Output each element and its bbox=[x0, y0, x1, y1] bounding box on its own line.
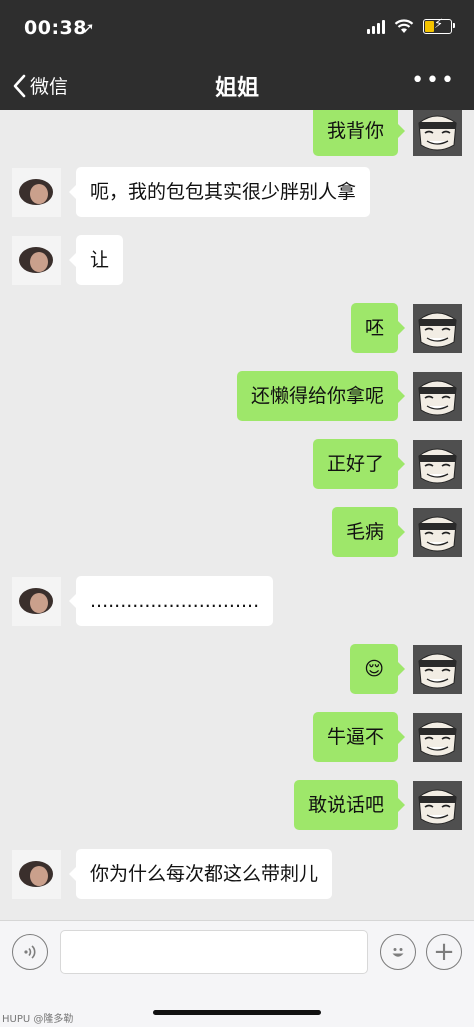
more-options-button[interactable]: ••• bbox=[411, 68, 456, 93]
message-row: 呸 bbox=[0, 297, 474, 357]
photo-avatar-icon bbox=[12, 168, 61, 217]
voice-icon bbox=[24, 945, 36, 959]
message-row: 我背你 bbox=[0, 110, 474, 160]
cartoon-avatar-icon bbox=[413, 508, 462, 557]
battery-level bbox=[425, 20, 434, 32]
message-row: 😌 bbox=[0, 638, 474, 698]
my-avatar[interactable] bbox=[413, 508, 462, 557]
sent-message-bubble[interactable]: 还懒得给你拿呢 bbox=[236, 371, 406, 421]
emoji-button[interactable] bbox=[380, 934, 416, 970]
battery-charging-icon: ⚡ bbox=[423, 16, 455, 34]
cartoon-avatar-icon bbox=[413, 713, 462, 762]
message-row: 让 bbox=[0, 229, 474, 289]
my-avatar[interactable] bbox=[413, 645, 462, 694]
plus-icon: + bbox=[433, 937, 455, 967]
message-row: 敢说话吧 bbox=[0, 774, 474, 834]
status-bar: 00:38 ➚ ⚡ bbox=[0, 0, 474, 60]
message-row: ............................ bbox=[0, 570, 474, 630]
cartoon-avatar-icon bbox=[413, 440, 462, 489]
wifi-icon bbox=[394, 18, 414, 33]
contact-avatar[interactable] bbox=[12, 236, 61, 285]
my-avatar[interactable] bbox=[413, 440, 462, 489]
sent-message-bubble[interactable]: 敢说话吧 bbox=[293, 780, 406, 830]
received-message-bubble[interactable]: 你为什么每次都这么带刺儿 bbox=[68, 849, 333, 899]
message-row: 你为什么每次都这么带刺儿 bbox=[0, 843, 474, 903]
sent-message-bubble[interactable]: 正好了 bbox=[312, 439, 406, 489]
signal-bars-icon bbox=[367, 18, 385, 34]
my-avatar[interactable] bbox=[413, 304, 462, 353]
received-message-bubble[interactable]: 呃，我的包包其实很少胖别人拿 bbox=[68, 167, 371, 217]
message-row: 呃，我的包包其实很少胖别人拿 bbox=[0, 161, 474, 221]
my-avatar[interactable] bbox=[413, 372, 462, 421]
received-message-bubble[interactable]: ............................ bbox=[68, 576, 274, 626]
sent-message-bubble[interactable]: 毛病 bbox=[331, 507, 406, 557]
chat-title: 姐姐 bbox=[214, 76, 259, 101]
message-row: 还懒得给你拿呢 bbox=[0, 365, 474, 425]
home-indicator bbox=[153, 1010, 321, 1015]
cartoon-avatar-icon bbox=[413, 304, 462, 353]
sent-message-bubble[interactable]: 😌 bbox=[350, 644, 405, 694]
cartoon-avatar-icon bbox=[413, 645, 462, 694]
voice-button[interactable] bbox=[12, 934, 48, 970]
charging-bolt-icon: ⚡ bbox=[434, 16, 444, 32]
cartoon-avatar-icon bbox=[413, 781, 462, 830]
contact-avatar[interactable] bbox=[12, 850, 61, 899]
message-input[interactable] bbox=[60, 930, 368, 974]
cartoon-avatar-icon bbox=[413, 372, 462, 421]
status-time: 00:38 bbox=[24, 17, 87, 39]
nav-bar: 微信 姐姐 ••• bbox=[0, 60, 474, 110]
photo-avatar-icon bbox=[12, 236, 61, 285]
photo-avatar-icon bbox=[12, 577, 61, 626]
status-icons: ⚡ bbox=[367, 16, 455, 34]
cartoon-avatar-icon bbox=[413, 110, 462, 156]
add-attachment-button[interactable]: + bbox=[426, 934, 462, 970]
my-avatar[interactable] bbox=[413, 110, 462, 156]
contact-avatar[interactable] bbox=[12, 577, 61, 626]
contact-avatar[interactable] bbox=[12, 168, 61, 217]
photo-avatar-icon bbox=[12, 850, 61, 899]
emoji-icon bbox=[392, 948, 404, 957]
watermark: HUPU @隆多勒 bbox=[2, 1014, 74, 1025]
chat-history[interactable]: 我背你 呃，我的包包其实很少胖别人拿 让 呸 还懒得给你拿呢 正好了 毛病 ..… bbox=[0, 110, 474, 920]
location-arrow-icon: ➚ bbox=[82, 19, 95, 37]
my-avatar[interactable] bbox=[413, 781, 462, 830]
sent-message-bubble[interactable]: 牛逼不 bbox=[312, 712, 406, 762]
message-row: 毛病 bbox=[0, 501, 474, 561]
sent-message-bubble[interactable]: 呸 bbox=[350, 303, 406, 353]
received-message-bubble[interactable]: 让 bbox=[68, 235, 124, 285]
message-row: 正好了 bbox=[0, 433, 474, 493]
my-avatar[interactable] bbox=[413, 713, 462, 762]
message-row: 牛逼不 bbox=[0, 706, 474, 766]
sent-message-bubble[interactable]: 我背你 bbox=[312, 110, 406, 156]
